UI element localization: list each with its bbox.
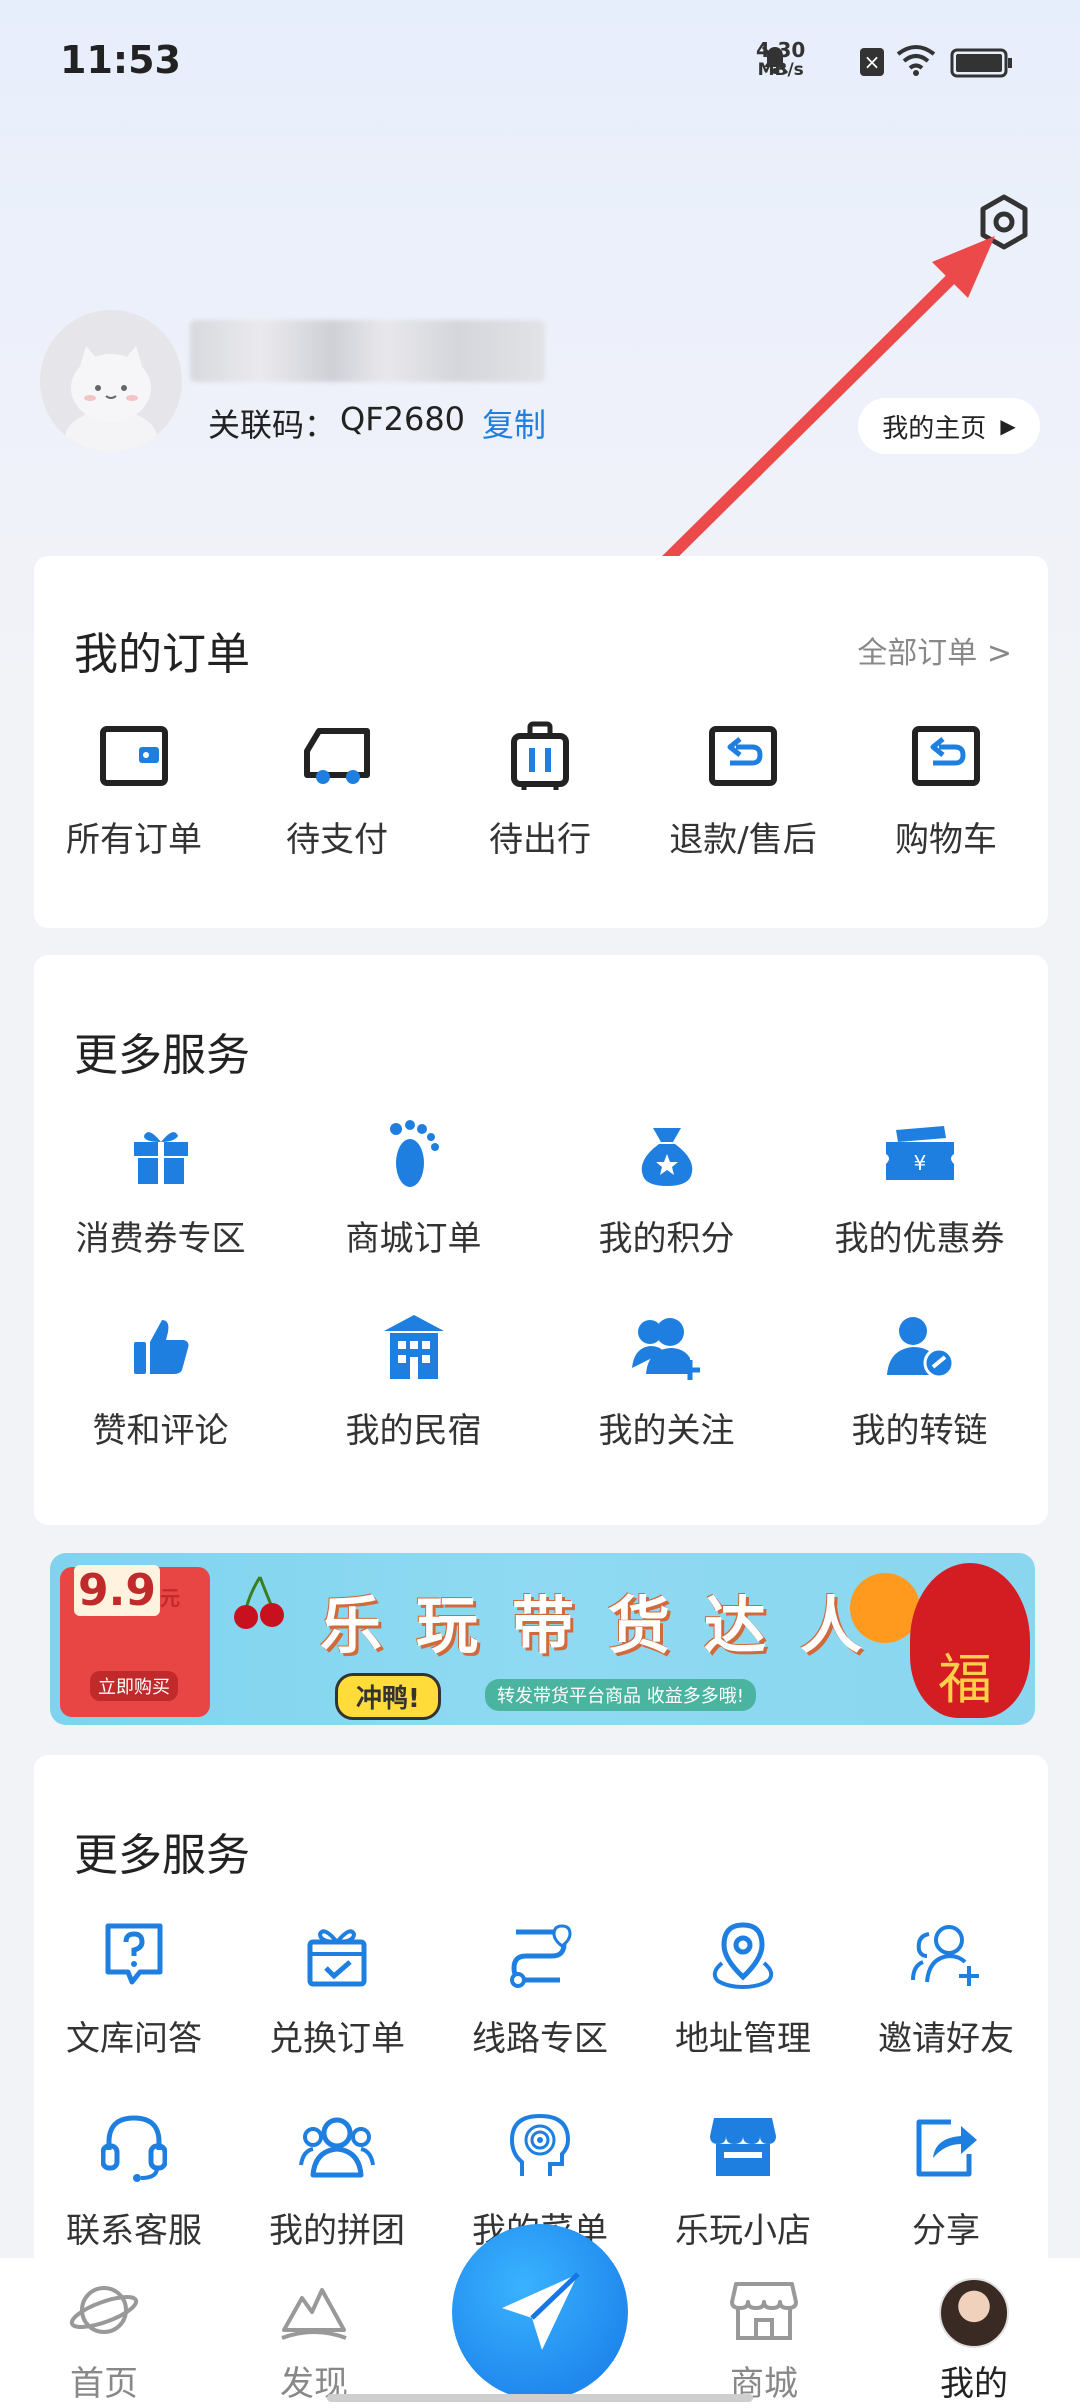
service-library-qa[interactable]: 文库问答 <box>34 1915 234 2060</box>
service-coupon-zone[interactable]: 消费券专区 <box>34 1115 287 1260</box>
assoc-code-label: 关联码： <box>208 406 337 444</box>
gift-icon <box>133 1132 188 1184</box>
service-route-zone[interactable]: 线路专区 <box>440 1915 640 2060</box>
username-redacted <box>190 320 545 382</box>
paper-plane-icon <box>502 2272 580 2350</box>
group-icon <box>299 2117 375 2178</box>
nav-mall[interactable]: 商城 <box>704 2278 824 2405</box>
shop-icon <box>710 2118 776 2176</box>
service-share[interactable]: 分享 <box>846 2107 1046 2252</box>
cherry-icon <box>230 1573 290 1637</box>
add-user-icon <box>631 1318 700 1380</box>
avatar-icon <box>939 2278 1009 2348</box>
service-my-points[interactable]: 我的积分 <box>540 1115 793 1260</box>
banner-title: 乐玩带货达人 <box>320 1589 897 1662</box>
exchange-icon <box>307 1929 367 1987</box>
service-invite-friends[interactable]: 邀请好友 <box>846 1915 1046 2060</box>
question-icon <box>105 1923 163 1985</box>
order-item-unpaid[interactable]: 待支付 <box>237 716 437 861</box>
service-my-links[interactable]: 我的转链 <box>793 1307 1046 1452</box>
order-item-refund[interactable]: 退款/售后 <box>643 716 843 861</box>
footprint-icon <box>389 1120 439 1187</box>
store-icon <box>730 2282 798 2340</box>
invite-icon <box>911 1925 979 1986</box>
ai-head-icon <box>509 2113 571 2176</box>
planet-icon <box>69 2286 139 2334</box>
orders-title: 我的订单 <box>74 629 250 680</box>
banner-price-unit: 元 <box>159 1586 180 1610</box>
cat-avatar-icon <box>40 310 182 452</box>
house-icon <box>383 1315 444 1379</box>
play-arrow-icon: ▶ <box>1000 414 1016 438</box>
luggage-icon <box>511 721 569 790</box>
svg-text:¥: ¥ <box>913 1151 926 1175</box>
banner-cta: 冲鸭! <box>335 1673 441 1720</box>
nav-publish-button[interactable] <box>452 2224 628 2400</box>
nav-mine[interactable]: 我的 <box>914 2278 1034 2405</box>
thumbs-up-icon <box>133 1320 188 1374</box>
banner-fu-char: 福 <box>938 1648 992 1711</box>
service-mall-orders[interactable]: 商城订单 <box>287 1115 540 1260</box>
assoc-code-value: QF2680 <box>340 400 466 438</box>
mountain-icon <box>281 2288 347 2340</box>
services-title-2: 更多服务 <box>74 1830 250 1881</box>
all-orders-link[interactable]: 全部订单 > <box>857 628 1012 672</box>
promo-banner[interactable]: 9.9 元 立即购买 乐玩带货达人 冲鸭! 转发带货平台商品 收益多多哦! 福 <box>50 1553 1035 1725</box>
avatar[interactable] <box>40 310 182 452</box>
order-item-cart[interactable]: 购物车 <box>846 716 1046 861</box>
return-icon <box>709 726 777 786</box>
banner-subtitle: 转发带货平台商品 收益多多哦! <box>485 1679 756 1711</box>
user-link-icon <box>886 1317 954 1379</box>
services-title-1: 更多服务 <box>74 1030 250 1081</box>
services-card-2: 更多服务 文库问答 兑换订单 线路专区 地址管理 邀请好友 联系客服 我的拼团 … <box>34 1755 1048 2275</box>
service-customer-service[interactable]: 联系客服 <box>34 2107 234 2252</box>
service-my-coupons[interactable]: ¥ 我的优惠券 <box>793 1115 1046 1260</box>
order-item-all[interactable]: 所有订单 <box>34 716 234 861</box>
service-address-manage[interactable]: 地址管理 <box>643 1915 843 2060</box>
service-my-follows[interactable]: 我的关注 <box>540 1307 793 1452</box>
order-item-pending-travel[interactable]: 待出行 <box>440 716 640 861</box>
route-icon <box>510 1924 572 1988</box>
home-indicator <box>327 2394 753 2402</box>
my-homepage-button[interactable]: 我的主页 ▶ <box>858 398 1040 454</box>
my-homepage-label: 我的主页 <box>882 413 987 444</box>
service-exchange-orders[interactable]: 兑换订单 <box>237 1915 437 2060</box>
nav-home[interactable]: 首页 <box>44 2278 164 2405</box>
headset-icon <box>101 2115 167 2182</box>
banner-buy-label: 立即购买 <box>90 1671 178 1701</box>
services-card-1: 更多服务 消费券专区 商城订单 我的积分 ¥ 我的优惠券 赞和评论 我的民宿 我… <box>34 955 1048 1525</box>
banner-price: 9.9 <box>74 1565 160 1616</box>
return-icon <box>912 726 980 786</box>
location-icon <box>712 1922 774 1989</box>
wallet-icon <box>100 726 168 786</box>
service-likes-comments[interactable]: 赞和评论 <box>34 1307 287 1452</box>
coupon-icon: ¥ <box>885 1126 954 1180</box>
money-bag-icon <box>641 1128 692 1186</box>
service-my-group-buy[interactable]: 我的拼团 <box>237 2107 437 2252</box>
nav-discover[interactable]: 发现 <box>254 2278 374 2405</box>
truck-icon <box>304 728 370 784</box>
orders-card: 我的订单 全部订单 > 所有订单 待支付 待出行 退款/售后 购物车 <box>34 556 1048 928</box>
share-icon <box>916 2119 977 2177</box>
service-my-homestay[interactable]: 我的民宿 <box>287 1307 540 1452</box>
service-lewan-shop[interactable]: 乐玩小店 <box>643 2107 843 2252</box>
copy-button[interactable]: 复制 <box>482 400 546 446</box>
